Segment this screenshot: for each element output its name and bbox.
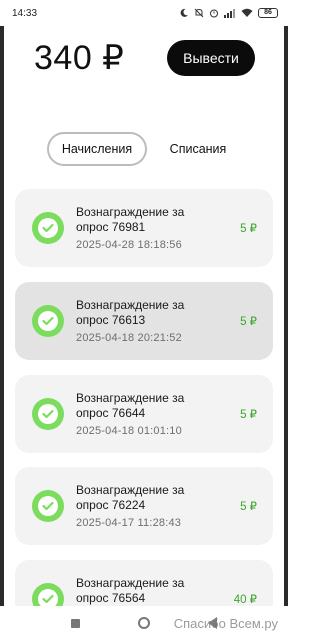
tab-accruals[interactable]: Начисления [47, 132, 147, 166]
transaction-amount: 5 ₽ [240, 409, 257, 421]
transaction-title: Вознаграждение за опрос 76613 [76, 298, 185, 327]
transaction-date: 2025-04-17 11:28:43 [76, 517, 182, 529]
watermark: Спасибо Всем.ру [173, 616, 278, 631]
mute-icon [194, 8, 204, 18]
transaction-title: Вознаграждение за опрос 76564 [76, 576, 185, 605]
list-item[interactable]: Вознаграждение за опрос 76224 2025-04-17… [15, 467, 273, 545]
transaction-amount: 5 ₽ [240, 316, 257, 328]
tab-writeoffs[interactable]: Списания [158, 132, 238, 166]
recents-button[interactable] [71, 618, 80, 628]
transaction-date: 2025-04-18 20:21:52 [76, 332, 182, 344]
balance-amount: 340 ₽ [34, 39, 125, 77]
left-edge-bar [0, 26, 4, 610]
moon-icon [180, 8, 188, 17]
transaction-title: Вознаграждение за опрос 76224 [76, 483, 185, 512]
status-bar: 14:33 86 [0, 0, 288, 26]
check-icon [32, 305, 64, 337]
check-icon [32, 398, 64, 430]
right-edge-bar [284, 26, 288, 610]
withdraw-button[interactable]: Вывести [167, 40, 255, 76]
status-time: 14:33 [12, 7, 38, 19]
battery-icon: 86 [258, 8, 278, 18]
transaction-date: 2025-04-28 18:18:56 [76, 239, 182, 251]
screen: 14:33 86 340 ₽ Вывести Начисления Списан… [0, 0, 288, 640]
transaction-title: Вознаграждение за опрос 76981 [76, 205, 185, 234]
transaction-amount: 5 ₽ [240, 223, 257, 235]
transaction-amount: 5 ₽ [240, 501, 257, 513]
list-item[interactable]: Вознаграждение за опрос 76644 2025-04-18… [15, 375, 273, 453]
wifi-icon [241, 8, 253, 17]
alarm-icon [210, 9, 218, 18]
home-button[interactable] [138, 617, 150, 629]
check-icon [32, 212, 64, 244]
list-item[interactable]: Вознаграждение за опрос 76613 2025-04-18… [15, 282, 273, 360]
list-item[interactable]: Вознаграждение за опрос 76981 2025-04-28… [15, 189, 273, 267]
transaction-date: 2025-04-18 01:01:10 [76, 425, 182, 437]
transaction-amount: 40 ₽ [233, 594, 257, 606]
transaction-title: Вознаграждение за опрос 76644 [76, 391, 185, 420]
check-icon [32, 490, 64, 522]
status-icons: 86 [179, 8, 278, 18]
signal-icon [224, 9, 235, 18]
